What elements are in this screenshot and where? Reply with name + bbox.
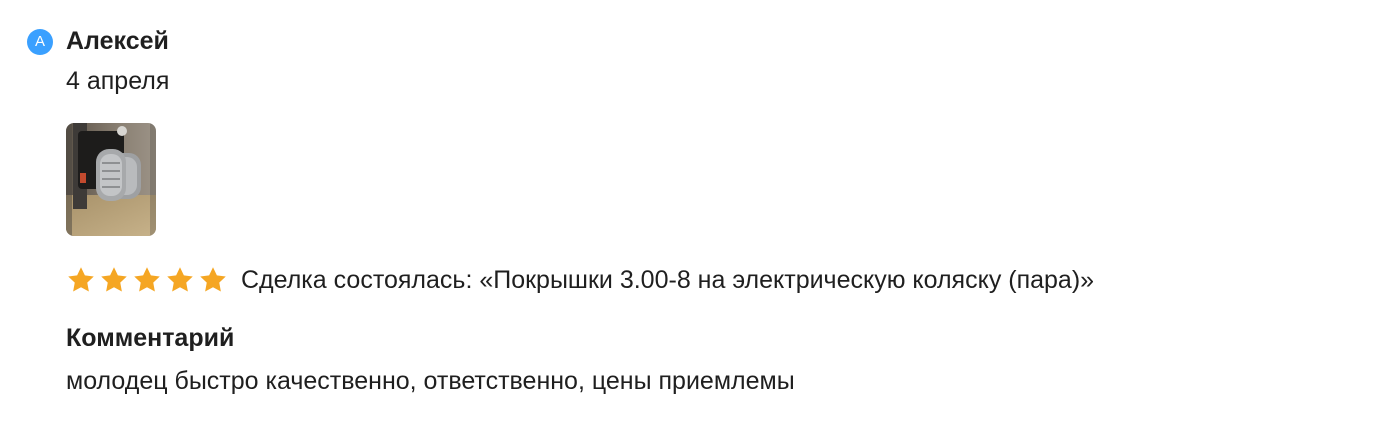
comment-text: молодец быстро качественно, ответственно… <box>66 367 795 395</box>
rating-stars <box>66 265 228 295</box>
star-icon <box>200 267 226 292</box>
star-icon <box>134 267 160 292</box>
review-date: 4 апреля <box>66 67 170 95</box>
review-photo-thumbnail[interactable] <box>66 123 156 236</box>
avatar[interactable]: А <box>27 29 53 55</box>
rating-row: Сделка состоялась: «Покрышки 3.00-8 на э… <box>66 262 1094 298</box>
wheel-photo-icon <box>66 123 156 236</box>
deal-description: Сделка состоялась: «Покрышки 3.00-8 на э… <box>241 266 1095 294</box>
review-card: А Алексей 4 апреля Сделка состоялась: «П… <box>0 0 1377 438</box>
star-icon <box>167 267 193 292</box>
comment-heading: Комментарий <box>66 324 235 352</box>
star-icon <box>68 267 94 292</box>
author-name[interactable]: Алексей <box>66 24 169 58</box>
star-icon <box>101 267 127 292</box>
